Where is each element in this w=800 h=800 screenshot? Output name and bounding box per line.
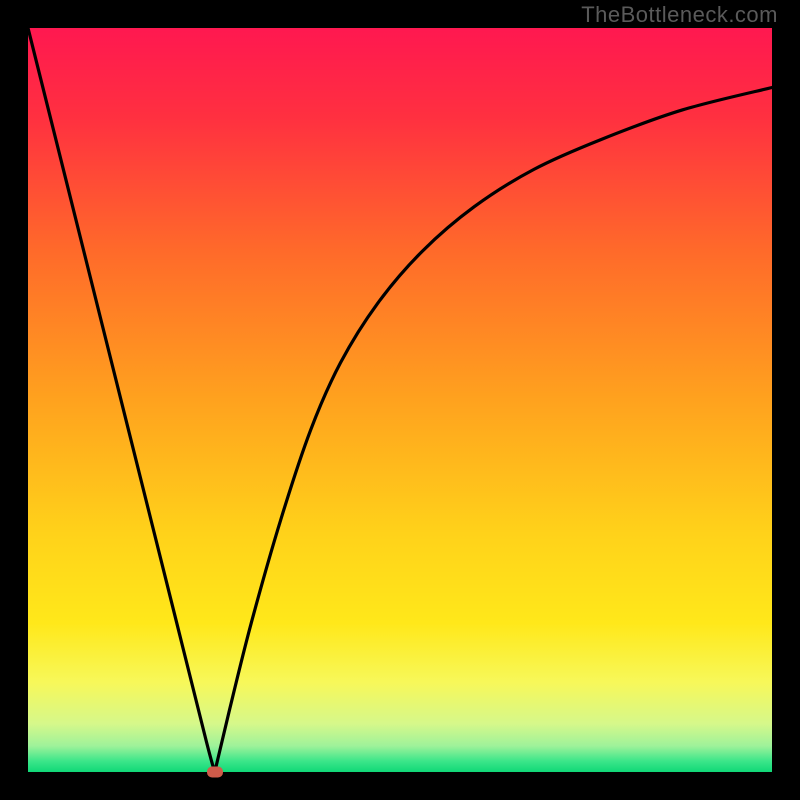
bottleneck-marker: [207, 767, 223, 778]
curve-layer: [28, 28, 772, 772]
watermark-text: TheBottleneck.com: [581, 2, 778, 28]
chart-frame: TheBottleneck.com: [0, 0, 800, 800]
curve-left: [28, 28, 215, 772]
curve-right: [215, 88, 772, 772]
plot-area: [28, 28, 772, 772]
